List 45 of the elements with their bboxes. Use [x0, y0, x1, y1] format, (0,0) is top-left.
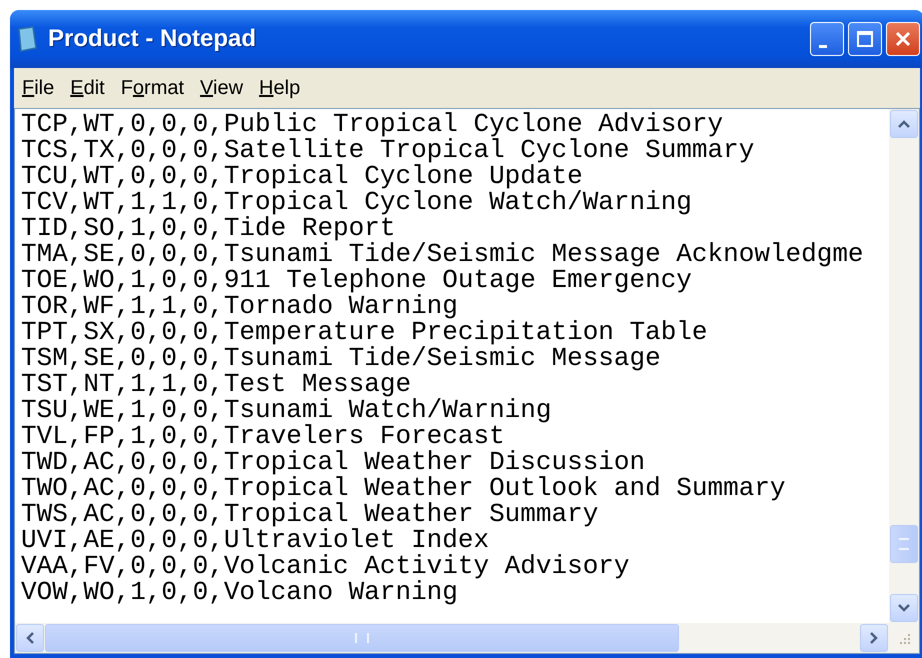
text-line: TWS,AC,0,0,0,Tropical Weather Summary — [21, 501, 600, 527]
scroll-down-button[interactable] — [890, 594, 918, 622]
vertical-scrollbar[interactable] — [889, 109, 919, 623]
text-line: TOE,WO,1,0,0,911 Telephone Outage Emergency — [21, 267, 692, 293]
chevron-down-icon — [897, 603, 911, 613]
resize-grip-icon[interactable] — [897, 631, 911, 645]
text-line: TPT,SX,0,0,0,Temperature Precipitation Table — [21, 319, 709, 345]
text-line: TSU,WE,1,0,0,Tsunami Watch/Warning — [21, 397, 552, 423]
minimize-icon — [819, 44, 827, 48]
menu-item[interactable]: Edit — [64, 74, 111, 102]
close-icon — [894, 30, 912, 48]
chevron-left-icon — [25, 631, 35, 645]
text-line: TWO,AC,0,0,0,Tropical Weather Outlook and Summary — [21, 475, 787, 501]
horizontal-scrollbar[interactable] — [15, 623, 889, 653]
text-line: TID,SO,1,0,0,Tide Report — [21, 215, 396, 241]
window-title: Product - Notepad — [48, 25, 256, 53]
scroll-up-button[interactable] — [890, 110, 918, 138]
text-line: VAA,FV,0,0,0,Volcanic Activity Advisory — [21, 553, 630, 579]
scrollbar-thumb[interactable] — [890, 525, 918, 563]
text-line: TVL,FP,1,0,0,Travelers Forecast — [21, 423, 505, 449]
menu-item[interactable]: File — [16, 74, 60, 102]
menu-item[interactable]: View — [194, 74, 250, 102]
text-line: VOW,WO,1,0,0,Volcano Warning — [21, 579, 458, 605]
text-line: TMA,SE,0,0,0,Tsunami Tide/Seismic Message Acknowledgme — [21, 241, 865, 267]
text-line: TCV,WT,1,1,0,Tropical Cyclone Watch/Warning — [21, 189, 693, 215]
text-line: TCP,WT,0,0,0,Public Tropical Cyclone Advisory — [21, 111, 724, 137]
menu-item[interactable]: Format — [114, 74, 190, 102]
maximize-button[interactable] — [848, 22, 882, 56]
maximize-icon — [856, 30, 874, 48]
text-line: UVI,AE,0,0,0,Ultraviolet Index — [21, 527, 490, 553]
text-line: TOR,WF,1,1,0,Tornado Warning — [21, 293, 458, 319]
text-line: TSM,SE,0,0,0,Tsunami Tide/Seismic Message — [21, 345, 662, 371]
scrollbar-thumb[interactable] — [45, 624, 679, 652]
minimize-button[interactable] — [810, 22, 844, 56]
close-button[interactable] — [886, 22, 920, 56]
text-line: TCU,WT,0,0,0,Tropical Cyclone Update — [21, 163, 583, 189]
scroll-left-button[interactable] — [16, 624, 44, 652]
notepad-icon — [16, 26, 38, 52]
text-line: TST,NT,1,1,0,Test Message — [21, 371, 412, 397]
chevron-up-icon — [897, 119, 911, 129]
text-line: TWD,AC,0,0,0,Tropical Weather Discussion — [21, 449, 646, 475]
chevron-right-icon — [869, 631, 879, 645]
text-line: TCS,TX,0,0,0,Satellite Tropical Cyclone Summary — [21, 137, 756, 163]
scroll-right-button[interactable] — [860, 624, 888, 652]
menu-item[interactable]: Help — [253, 74, 306, 102]
